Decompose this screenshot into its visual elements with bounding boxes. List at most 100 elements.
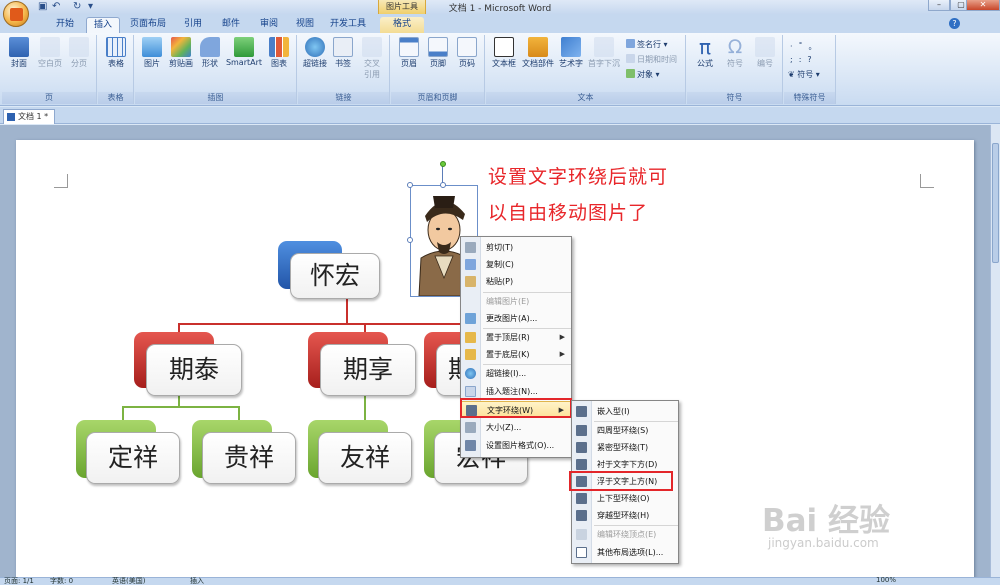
bring-front-icon (465, 332, 476, 343)
picture-button[interactable]: 图片 (139, 37, 165, 69)
special-symbol-grid[interactable]: ·˚。 (790, 41, 823, 52)
object-button[interactable]: 对象 ▾ (626, 69, 660, 80)
submenu-item-square[interactable]: 四周型环绕(S) (572, 422, 678, 439)
org-node-youxiang[interactable]: 友祥 (308, 420, 416, 486)
tab-format[interactable]: 格式 (380, 17, 424, 33)
rotation-handle[interactable] (440, 161, 446, 167)
status-words[interactable]: 字数: 0 (50, 576, 73, 585)
status-insert-mode[interactable]: 插入 (190, 576, 204, 585)
cover-page-button[interactable]: 封面 (6, 37, 32, 69)
signature-line-button[interactable]: 签名行 ▾ (626, 39, 668, 50)
menu-item-change-picture[interactable]: 更改图片(A)... (461, 310, 571, 327)
status-language[interactable]: 英语(美国) (112, 576, 145, 585)
org-node-root-label: 怀宏 (290, 253, 380, 299)
menu-item-edit-picture: 编辑图片(E) (486, 297, 530, 306)
group-label-links: 链接 (298, 92, 389, 104)
menu-item-format-picture[interactable]: 设置图片格式(O)... (461, 437, 571, 454)
submenu-item-more-layout[interactable]: 其他布局选项(L)... (572, 544, 678, 561)
wordart-button[interactable]: 艺术字 (556, 37, 586, 69)
special-symbol-button[interactable]: ❦ 符号 ▾ (788, 69, 820, 80)
blank-page-button[interactable]: 空白页 (34, 37, 66, 69)
tab-home[interactable]: 开始 (48, 17, 82, 33)
document-page[interactable]: 设置文字环绕后就可 以自由移动图片了 怀宏 期泰 期享 期 (16, 140, 974, 577)
chart-button[interactable]: 图表 (265, 37, 293, 69)
scrollbar-thumb[interactable] (992, 143, 999, 263)
menu-item-size[interactable]: 大小(Z)... (461, 419, 571, 436)
menu-item-paste[interactable]: 粘贴(P) (461, 273, 571, 290)
number-button[interactable]: 编号 (751, 37, 779, 69)
clipart-button[interactable]: 剪贴画 (165, 37, 197, 69)
office-button[interactable] (3, 1, 29, 27)
resize-handle-top-left[interactable] (407, 182, 413, 188)
special-symbol-grid-2[interactable]: ;:? (790, 55, 818, 64)
submenu-item-inline[interactable]: 嵌入型(I) (572, 403, 678, 420)
symbol-button[interactable]: Ω 符号 (721, 37, 749, 69)
drop-cap-icon (594, 37, 614, 57)
document-tab[interactable]: 文档 1 * (3, 109, 55, 124)
tab-review[interactable]: 审阅 (252, 17, 286, 33)
document-area: 设置文字环绕后就可 以自由移动图片了 怀宏 期泰 期享 期 (0, 125, 990, 577)
send-back-icon (465, 349, 476, 360)
quick-parts-icon (528, 37, 548, 57)
textbox-icon (494, 37, 514, 57)
group-label-table: 表格 (98, 92, 133, 104)
tab-page-layout[interactable]: 页面布局 (124, 17, 172, 33)
status-zoom[interactable]: 100% (876, 576, 896, 584)
submenu-item-through[interactable]: 穿越型环绕(H) (572, 507, 678, 524)
footer-icon (428, 37, 448, 57)
bookmark-button[interactable]: 书签 (330, 37, 356, 69)
table-icon (106, 37, 126, 57)
minimize-button[interactable]: – (928, 0, 950, 11)
size-icon (465, 422, 476, 433)
hyperlink-button[interactable]: 超链接 (300, 37, 330, 69)
annotation-line-2: 以自由移动图片了 (488, 202, 649, 224)
menu-item-hyperlink[interactable]: 超链接(I)... (461, 365, 571, 382)
submenu-item-top-bottom[interactable]: 上下型环绕(O) (572, 490, 678, 507)
tab-view[interactable]: 视图 (288, 17, 322, 33)
vertical-scrollbar[interactable] (990, 125, 1000, 577)
resize-handle-top[interactable] (440, 182, 446, 188)
tab-insert[interactable]: 插入 (86, 17, 120, 33)
status-page[interactable]: 页面: 1/1 (4, 576, 34, 585)
title-bar: ▣ ↶ ↻ ▾ 图片工具 文档 1 - Microsoft Word – ▢ ✕ (0, 0, 1000, 27)
page-number-button[interactable]: 页码 (453, 37, 481, 69)
smartart-button[interactable]: SmartArt (223, 37, 265, 67)
org-node-qixiang[interactable]: 期享 (308, 332, 420, 396)
cross-reference-button[interactable]: 交叉 引用 (358, 37, 386, 80)
group-label-illustrations: 插图 (135, 92, 296, 104)
help-icon[interactable]: ? (949, 18, 960, 29)
org-node-guixiang-label: 贵祥 (202, 432, 296, 484)
table-button[interactable]: 表格 (102, 37, 130, 69)
close-button[interactable]: ✕ (966, 0, 1000, 11)
change-picture-icon (465, 313, 476, 324)
menu-item-bring-to-front[interactable]: 置于顶层(R) ▶ (461, 329, 571, 346)
equation-button[interactable]: π 公式 (691, 37, 719, 69)
page-break-button[interactable]: 分页 (66, 37, 92, 69)
textbox-button[interactable]: 文本框 (488, 37, 520, 69)
globe-icon (305, 37, 325, 57)
office-logo-icon (10, 8, 23, 21)
quick-parts-button[interactable]: 文档部件 (520, 37, 556, 69)
menu-item-copy[interactable]: 复制(C) (461, 256, 571, 273)
margin-corner-top-right (920, 174, 934, 188)
tab-mailings[interactable]: 邮件 (214, 17, 248, 33)
org-node-qitai[interactable]: 期泰 (134, 332, 246, 396)
org-node-dingxiang[interactable]: 定祥 (76, 420, 184, 486)
org-node-root[interactable]: 怀宏 (278, 241, 388, 299)
resize-handle-left[interactable] (407, 237, 413, 243)
menu-item-send-to-back[interactable]: 置于底层(K) ▶ (461, 346, 571, 363)
header-button[interactable]: 页眉 (395, 37, 423, 69)
scissors-icon (465, 242, 476, 253)
org-node-guixiang[interactable]: 贵祥 (192, 420, 300, 486)
footer-button[interactable]: 页脚 (424, 37, 452, 69)
drop-cap-button[interactable]: 首字下沉 (586, 37, 622, 69)
tab-developer[interactable]: 开发工具 (324, 17, 372, 33)
submenu-item-edit-wrap-points: 编辑环绕顶点(E) (572, 526, 678, 543)
bookmark-icon (333, 37, 353, 57)
tab-references[interactable]: 引用 (176, 17, 210, 33)
submenu-item-tight[interactable]: 紧密型环绕(T) (572, 439, 678, 456)
wordart-icon (561, 37, 581, 57)
shapes-button[interactable]: 形状 (197, 37, 223, 69)
date-time-button[interactable]: 日期和时间 (626, 54, 677, 65)
menu-item-cut[interactable]: 剪切(T) (461, 239, 571, 256)
